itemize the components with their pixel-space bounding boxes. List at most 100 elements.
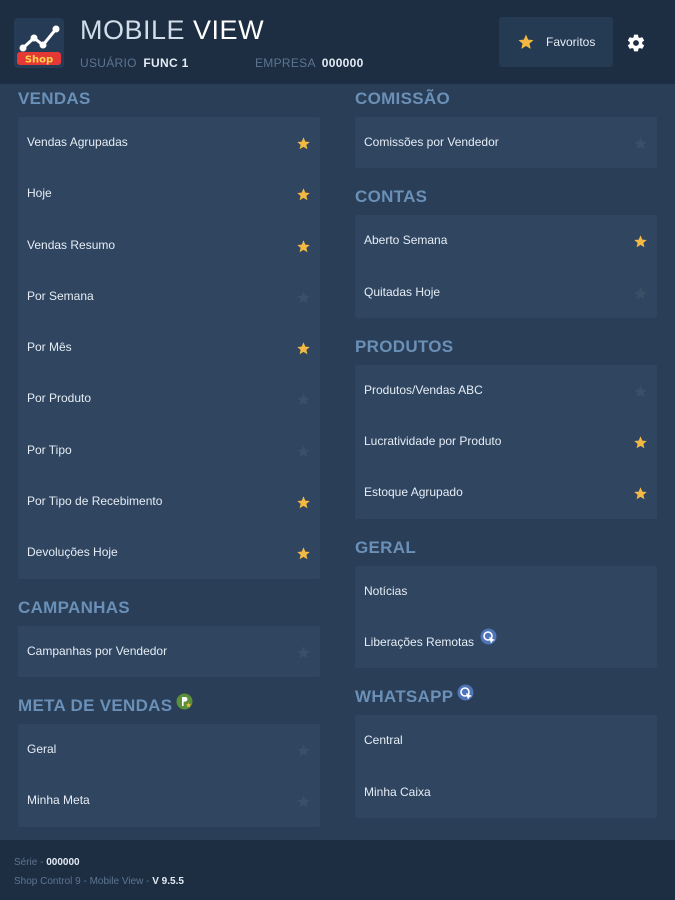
favorites-label: Favoritos [546, 35, 596, 49]
logo-text: Shop [25, 55, 53, 66]
favorite-star-icon[interactable] [633, 435, 648, 455]
menu-item-campanhas-por-vendedor[interactable]: Campanhas por Vendedor [18, 626, 320, 677]
star-outline-icon[interactable] [633, 286, 648, 306]
section-title-vendas: VENDAS [18, 84, 320, 114]
menu-item-geral[interactable]: Geral [18, 724, 320, 775]
section-card-contas: Aberto Semana Quitadas Hoje [355, 215, 657, 318]
star-outline-icon[interactable] [633, 136, 648, 156]
app-label: Shop Control 9 - Mobile View - [14, 876, 150, 887]
star-outline-icon[interactable] [296, 743, 311, 763]
section-card-whatsapp: Central Minha Caixa [355, 715, 657, 818]
menu-item-hoje[interactable]: Hoje [18, 168, 320, 219]
app-title-light: MOBILE [80, 15, 186, 45]
menu-item-por-tipo-de-recebimento[interactable]: Por Tipo de Recebimento [18, 476, 320, 527]
section-card-meta-de-vendas: Geral Minha Meta [18, 723, 320, 827]
menu-item-aberto-semana[interactable]: Aberto Semana [355, 215, 657, 266]
menu-item-lucratividade-por-produto[interactable]: Lucratividade por Produto [355, 416, 657, 467]
menu-item-label: Por Tipo de Recebimento [27, 494, 163, 509]
menu-item-label: Notícias [364, 583, 408, 598]
touch-badge-icon [457, 681, 474, 711]
section-title-geral: GERAL [355, 533, 657, 563]
menu-item-por-produto[interactable]: Por Produto [18, 373, 320, 424]
favorite-star-icon[interactable] [633, 234, 648, 254]
touch-badge-icon [480, 616, 497, 667]
company-value: 000000 [321, 56, 364, 70]
left-column: VENDAS Vendas Agrupadas Hoje Vendas Resumo P… [18, 84, 320, 841]
menu-item-label: Por Produto [27, 391, 92, 406]
star-outline-icon[interactable] [296, 645, 311, 665]
menu-item-minha-meta[interactable]: Minha Meta [18, 775, 320, 826]
menu-item-label: Campanhas por Vendedor [27, 643, 168, 658]
app-footer: Série - 000000 Shop Control 9 - Mobile V… [0, 840, 675, 900]
menu-item-label: Geral [27, 741, 57, 756]
star-outline-icon[interactable] [296, 444, 311, 464]
menu-item-por-semana[interactable]: Por Semana [18, 271, 320, 322]
section-title-text: GERAL [355, 537, 416, 557]
menu-item-noticias[interactable]: Notícias [355, 566, 657, 617]
section-title-campanhas: CAMPANHAS [18, 593, 320, 623]
star-outline-icon[interactable] [296, 290, 311, 310]
star-outline-icon[interactable] [633, 384, 648, 404]
menu-item-label: Minha Caixa [364, 784, 431, 799]
favorite-star-icon[interactable] [296, 187, 311, 207]
menu-item-por-mes[interactable]: Por Mês [18, 322, 320, 373]
menu-item-comissoes-por-vendedor[interactable]: Comissões por Vendedor [355, 117, 657, 168]
section-card-produtos: Produtos/Vendas ABC Lucratividade por Pro… [355, 364, 657, 519]
favorite-star-icon[interactable] [296, 341, 311, 361]
favorite-star-icon[interactable] [633, 486, 648, 506]
serie-info: Série - 000000 [14, 857, 80, 868]
app-header: Shop MOBILE VIEW USUÁRIO FUNC 1 EMPRESA … [0, 0, 675, 84]
section-card-geral: Notícias Liberações Remotas [355, 565, 657, 669]
app-logo: Shop [14, 18, 64, 68]
version-value: V 9.5.5 [152, 876, 184, 887]
menu-item-label: Comissões por Vendedor [364, 135, 499, 149]
menu-item-vendas-agrupadas[interactable]: Vendas Agrupadas [18, 117, 320, 168]
favorites-button[interactable]: Favoritos [499, 17, 613, 67]
section-title-text: CAMPANHAS [18, 597, 130, 617]
section-title-meta-de-vendas: META DE VENDAS [18, 691, 320, 721]
star-outline-icon[interactable] [296, 392, 311, 412]
section-title-produtos: PRODUTOS [355, 332, 657, 362]
app-title-bold: VIEW [193, 15, 265, 45]
section-title-text: WHATSAPP [355, 687, 454, 707]
gear-icon[interactable] [626, 33, 646, 53]
menu-item-label: Vendas Resumo [27, 237, 116, 252]
company-label: EMPRESA [255, 56, 316, 70]
menu-item-label: Por Tipo [27, 442, 72, 457]
section-card-campanhas: Campanhas por Vendedor [18, 625, 320, 677]
section-title-text: CONTAS [355, 187, 428, 207]
menu-item-label: Por Semana [27, 288, 94, 303]
right-column: COMISSÃO Comissões por Vendedor CONTAS Aber… [355, 84, 657, 832]
section-card-vendas: Vendas Agrupadas Hoje Vendas Resumo Por Sem… [18, 117, 320, 579]
favorite-star-icon[interactable] [296, 495, 311, 515]
menu-item-label: Por Mês [27, 340, 72, 355]
section-title-comissao: COMISSÃO [355, 84, 657, 114]
menu-item-minha-caixa[interactable]: Minha Caixa [355, 767, 657, 818]
favorite-star-icon[interactable] [296, 136, 311, 156]
favorite-star-icon[interactable] [296, 239, 311, 259]
menu-item-central[interactable]: Central [355, 715, 657, 766]
menu-item-por-tipo[interactable]: Por Tipo [18, 425, 320, 476]
favorite-star-icon[interactable] [296, 546, 311, 566]
premium-badge-icon [176, 690, 193, 720]
star-outline-icon[interactable] [296, 794, 311, 814]
section-title-text: VENDAS [18, 89, 91, 108]
user-info: USUÁRIO FUNC 1 [80, 56, 189, 70]
menu-item-label: Central [364, 733, 403, 748]
section-title-text: COMISSÃO [355, 89, 450, 108]
menu-item-label: Aberto Semana [364, 233, 448, 248]
menu-item-estoque-agrupado[interactable]: Estoque Agrupado [355, 467, 657, 518]
menu-item-label: Minha Meta [27, 793, 90, 808]
menu-item-liberacoes-remotas[interactable]: Liberações Remotas [355, 617, 657, 668]
menu-item-vendas-resumo[interactable]: Vendas Resumo [18, 220, 320, 271]
serie-value: 000000 [46, 857, 80, 868]
menu-item-label: Devoluções Hoje [27, 545, 118, 560]
menu-item-devolucoes-hoje[interactable]: Devoluções Hoje [18, 527, 320, 578]
user-value: FUNC 1 [143, 56, 189, 70]
menu-item-quitadas-hoje[interactable]: Quitadas Hoje [355, 267, 657, 318]
section-title-text: PRODUTOS [355, 336, 454, 356]
menu-item-label: Hoje [27, 186, 52, 201]
menu-item-produtos-vendas-abc[interactable]: Produtos/Vendas ABC [355, 365, 657, 416]
user-label: USUÁRIO [80, 56, 137, 70]
serie-label: Série - [14, 857, 44, 868]
